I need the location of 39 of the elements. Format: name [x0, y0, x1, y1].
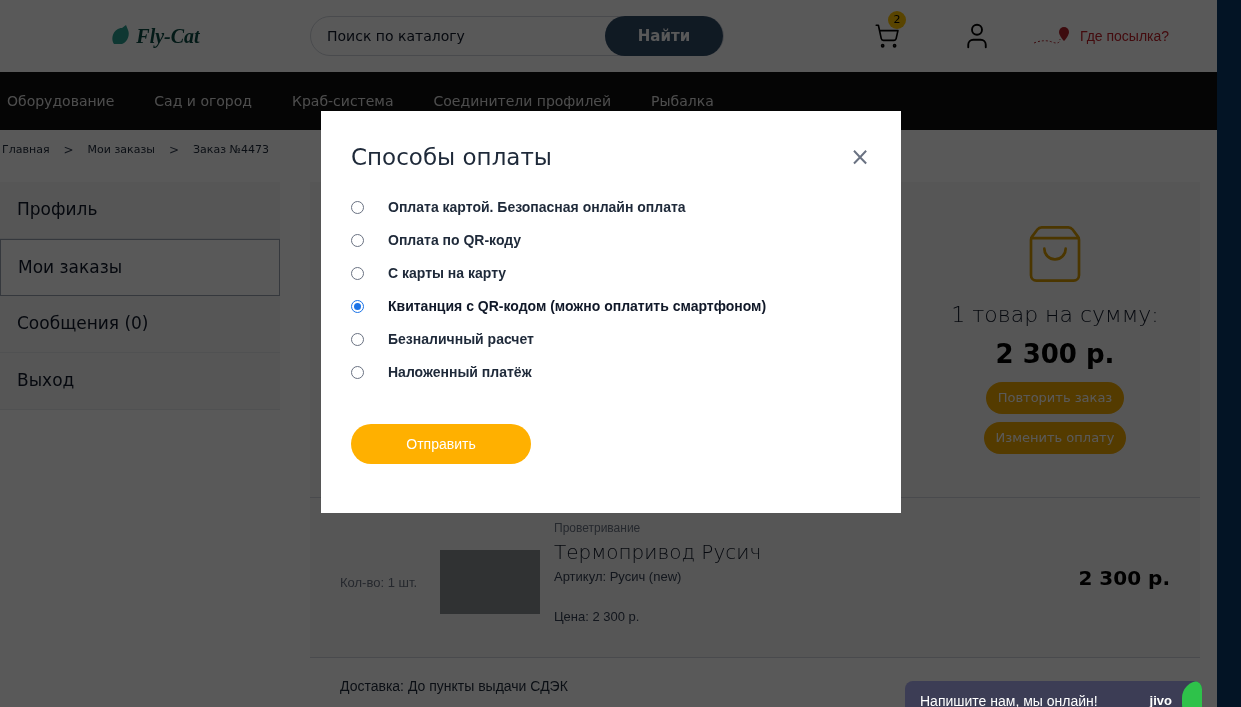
payment-option-label[interactable]: Оплата по QR-коду [388, 230, 522, 251]
payment-option-label[interactable]: Безналичный расчет [388, 329, 534, 350]
search-button[interactable]: Найти [605, 16, 723, 56]
chat-brand: jivo [1149, 692, 1172, 707]
summary-total: 2 300 р. [995, 338, 1115, 371]
order-action-button[interactable]: Повторить заказ [985, 382, 1125, 414]
cart-icon[interactable] [874, 23, 900, 49]
chat-widget[interactable]: Напишите нам, мы онлайн! jivo [905, 681, 1202, 707]
nav-link[interactable]: Соединители профилей [433, 90, 612, 112]
summary-count-text: 1 товар на сумму: [951, 301, 1159, 329]
nav-link[interactable]: Краб-система [292, 90, 394, 112]
payment-option-label[interactable]: С карты на карту [388, 263, 507, 284]
breadcrumb-link[interactable]: Заказ №4473 [193, 141, 269, 159]
payment-option-label[interactable]: Оплата картой. Безопасная онлайн оплата [388, 197, 686, 218]
sidebar-item[interactable]: Сообщения (0) [0, 296, 280, 353]
close-button[interactable]: × [849, 139, 870, 175]
tracking-link[interactable]: Где посылка? [1080, 25, 1170, 47]
breadcrumb-separator: > [63, 142, 74, 159]
submit-button[interactable]: Отправить [351, 424, 531, 464]
item-sku: Артикул: Русич (new) [554, 568, 683, 586]
breadcrumb-separator: > [168, 142, 179, 159]
logo-text: Fly-Cat [136, 24, 200, 50]
payment-option-label[interactable]: Квитанция с QR-кодом (можно оплатить смартфоном) [388, 296, 767, 317]
item-price: Цена: 2 300 р. [554, 607, 641, 626]
nav-link[interactable]: Рыбалка [651, 90, 714, 112]
payment-option-label[interactable]: Наложенный платёж [388, 362, 532, 383]
delivery-text: Доставка: До пункты выдачи СДЭК [340, 677, 568, 696]
breadcrumb-link[interactable]: Мои заказы [87, 141, 155, 159]
nav-link[interactable]: Сад и огород [154, 90, 252, 112]
breadcrumb-link[interactable]: Главная [2, 141, 50, 159]
sidebar-item[interactable]: Выход [0, 353, 280, 410]
chat-text: Напишите нам, мы онлайн! [920, 692, 1098, 707]
item-sum: 2 300 р. [1078, 564, 1170, 592]
item-name-link[interactable]: Термопривод Русич [554, 537, 762, 567]
nav-link[interactable]: Оборудование [7, 90, 115, 112]
sidebar-item[interactable]: Мои заказы [0, 239, 280, 296]
order-action-button[interactable]: Изменить оплату [983, 422, 1127, 454]
cart-count-badge: 2 [888, 11, 906, 29]
dialog-title: Способы оплаты [351, 142, 552, 172]
